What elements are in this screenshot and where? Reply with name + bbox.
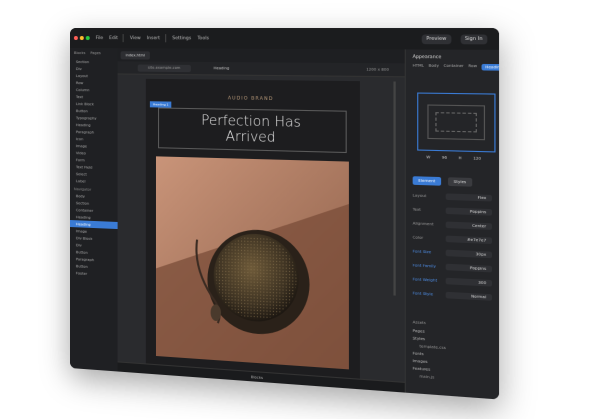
preview-button[interactable]: Preview bbox=[422, 34, 451, 44]
property-label: Layout bbox=[413, 193, 446, 198]
menu-insert[interactable]: Insert bbox=[147, 36, 160, 41]
property-value[interactable]: Normal bbox=[446, 292, 492, 301]
box-model-content bbox=[435, 112, 476, 132]
property-row: Color #e7e7e7 bbox=[413, 233, 492, 245]
selector-item[interactable]: Heading bbox=[482, 64, 499, 71]
viewport-size[interactable]: 1200 x 800 bbox=[366, 67, 389, 71]
dimension-readout: W 96 H 120 bbox=[426, 155, 481, 161]
selector-item[interactable]: Body bbox=[429, 64, 439, 71]
property-row: Alignment Center bbox=[413, 219, 492, 231]
status-label[interactable]: Blocks bbox=[251, 375, 263, 380]
navigator-list: Body Section Container Heading Heading Image D… bbox=[70, 192, 118, 279]
divider bbox=[165, 34, 166, 42]
canvas-area: index.html site.example.com Heading 1200… bbox=[118, 48, 405, 392]
divider bbox=[123, 34, 124, 42]
file-tab[interactable]: index.html bbox=[121, 51, 150, 59]
width-label: W bbox=[426, 155, 430, 159]
canvas-scrollbar[interactable] bbox=[393, 81, 395, 295]
product-image[interactable] bbox=[156, 156, 349, 369]
property-value[interactable]: #e7e7e7 bbox=[446, 236, 492, 244]
left-tabs: Blocks Pages bbox=[70, 48, 118, 58]
speaker-photo bbox=[156, 156, 349, 369]
menu-settings[interactable]: Settings bbox=[172, 36, 191, 41]
hero-heading[interactable]: Perfection Has Arrived bbox=[158, 107, 347, 153]
tab-blocks[interactable]: Blocks bbox=[74, 51, 85, 55]
property-row: Font Family Poppins bbox=[413, 261, 492, 273]
box-model-editor[interactable] bbox=[417, 92, 495, 152]
brand-label: AUDIO BRAND bbox=[146, 95, 360, 103]
block-list: Section Div Layout Row Column Text Link Block B… bbox=[70, 58, 118, 186]
sign-in-button[interactable]: Sign In bbox=[460, 34, 487, 44]
property-value[interactable]: Poppins bbox=[446, 207, 492, 215]
assets-rows: Pages Styles template.css Fonts Images Featur… bbox=[413, 327, 492, 385]
tab-pages[interactable]: Pages bbox=[90, 51, 100, 55]
stage: File Edit View Insert Settings Tools Pre… bbox=[0, 0, 599, 419]
menu-edit[interactable]: Edit bbox=[109, 36, 118, 41]
width-value[interactable]: 96 bbox=[442, 155, 447, 159]
property-row: Font Weight 300 bbox=[413, 275, 492, 288]
property-label: Font Style bbox=[413, 291, 446, 297]
navigator-item[interactable]: Footer bbox=[70, 269, 118, 279]
menu-view[interactable]: View bbox=[130, 36, 141, 41]
property-value[interactable]: Center bbox=[446, 222, 492, 230]
close-window-button[interactable] bbox=[74, 36, 78, 40]
editor-window: File Edit View Insert Settings Tools Pre… bbox=[70, 28, 499, 400]
maximize-window-button[interactable] bbox=[86, 36, 90, 40]
selector-breadcrumb: HTML Body Container Row Heading bbox=[406, 63, 499, 70]
property-value[interactable]: Flex bbox=[446, 193, 492, 201]
property-value[interactable]: 30px bbox=[446, 250, 492, 259]
property-label: Text bbox=[413, 207, 446, 213]
selector-item[interactable]: HTML bbox=[413, 63, 424, 70]
property-label: Alignment bbox=[413, 221, 446, 227]
url-field[interactable]: site.example.com bbox=[138, 64, 191, 72]
canvas-toolbar: site.example.com Heading 1200 x 800 bbox=[118, 61, 405, 77]
topbar-right: Preview Sign In bbox=[422, 34, 488, 44]
property-row: Layout Flex bbox=[413, 191, 492, 202]
right-panel: Appearance HTML Body Container Row Heading W… bbox=[405, 49, 499, 399]
heading-tag-select[interactable]: Heading bbox=[214, 66, 230, 70]
property-label: Font Family bbox=[413, 263, 446, 269]
element-button[interactable]: Element bbox=[413, 176, 441, 185]
box-model-padding[interactable] bbox=[427, 104, 485, 140]
menu-file[interactable]: File bbox=[96, 36, 103, 41]
property-value[interactable]: 300 bbox=[446, 278, 492, 287]
menu-tools[interactable]: Tools bbox=[197, 36, 209, 41]
property-value[interactable]: Poppins bbox=[446, 264, 492, 273]
selector-item[interactable]: Row bbox=[468, 64, 477, 71]
page-preview: AUDIO BRAND Heading 1 Perfection Has Arr… bbox=[146, 79, 360, 400]
height-label: H bbox=[459, 156, 462, 160]
height-value[interactable]: 120 bbox=[473, 156, 481, 161]
panel-mode-buttons: Element Styles bbox=[413, 176, 472, 186]
panel-title: Appearance bbox=[406, 49, 499, 64]
property-label: Font Weight bbox=[413, 277, 446, 283]
styles-button[interactable]: Styles bbox=[448, 177, 472, 186]
property-row: Font Size 30px bbox=[413, 247, 492, 259]
left-panel: Blocks Pages Section Div Layout Row Column Te… bbox=[70, 48, 119, 372]
property-row: Font Style Normal bbox=[413, 289, 492, 302]
property-label: Font Size bbox=[413, 249, 446, 255]
property-row: Text Poppins bbox=[413, 205, 492, 217]
window-controls bbox=[74, 36, 90, 40]
assets-tree: Assets Pages Styles template.css Fonts Image… bbox=[413, 318, 492, 385]
minimize-window-button[interactable] bbox=[80, 36, 84, 40]
property-label: Color bbox=[413, 235, 446, 241]
selector-item[interactable]: Container bbox=[444, 64, 464, 71]
hero-heading-line-2: Arrived bbox=[159, 128, 346, 148]
